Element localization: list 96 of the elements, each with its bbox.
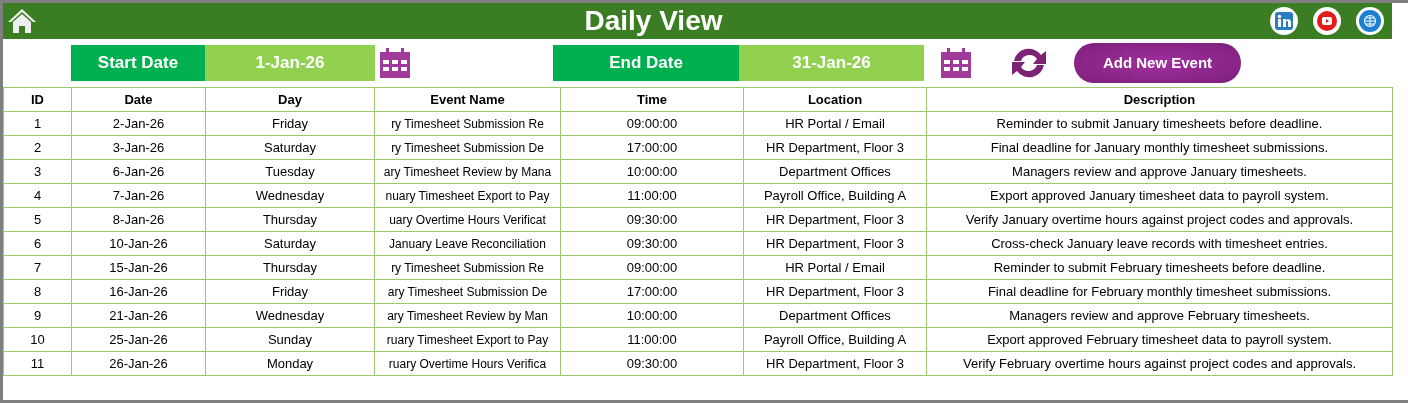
table-cell: 16-Jan-26 [71,279,206,304]
table-cell: 3-Jan-26 [71,135,206,160]
table-cell: 8-Jan-26 [71,207,206,232]
table-cell: 09:30:00 [560,351,744,376]
table-cell: Friday [205,111,375,136]
table-cell: 6 [3,231,72,256]
table-cell: Thursday [205,255,375,280]
table-cell: 10-Jan-26 [71,231,206,256]
table-cell: 6-Jan-26 [71,159,206,184]
start-date-label: Start Date [71,45,205,81]
table-cell: ary Timesheet Review by Man [374,303,561,328]
table-cell: uary Overtime Hours Verificat [374,207,561,232]
table-cell: Verify January overtime hours against project codes and approvals. [926,207,1393,232]
globe-icon[interactable] [1356,7,1384,35]
table-cell: 2-Jan-26 [71,111,206,136]
table-cell: Saturday [205,135,375,160]
table-cell: HR Department, Floor 3 [743,207,927,232]
column-header: Description [926,87,1393,112]
column-header: Location [743,87,927,112]
start-date-field[interactable]: 1-Jan-26 [205,45,375,81]
end-date-label: End Date [553,45,739,81]
table-cell: HR Department, Floor 3 [743,279,927,304]
table-cell: Wednesday [205,183,375,208]
table-cell: ry Timesheet Submission Re [374,111,561,136]
table-cell: HR Portal / Email [743,111,927,136]
end-date-field[interactable]: 31-Jan-26 [739,45,924,81]
table-cell: 7-Jan-26 [71,183,206,208]
table-cell: 15-Jan-26 [71,255,206,280]
column-header: Day [205,87,375,112]
table-cell: 09:00:00 [560,255,744,280]
table-cell: Thursday [205,207,375,232]
table-cell: HR Department, Floor 3 [743,351,927,376]
table-cell: Cross-check January leave records with timesheet entries. [926,231,1393,256]
table-cell: 26-Jan-26 [71,351,206,376]
table-cell: Friday [205,279,375,304]
table-cell: 25-Jan-26 [71,327,206,352]
table-cell: Managers review and approve January timesheets. [926,159,1393,184]
table-cell: 1 [3,111,72,136]
table-cell: January Leave Reconciliation [374,231,561,256]
table-cell: Export approved February timesheet data to payroll system. [926,327,1393,352]
table-cell: Monday [205,351,375,376]
table-cell: 5 [3,207,72,232]
table-cell: ruary Overtime Hours Verifica [374,351,561,376]
table-cell: Reminder to submit January timesheets before deadline. [926,111,1393,136]
table-cell: Sunday [205,327,375,352]
table-cell: 7 [3,255,72,280]
table-cell: Managers review and approve February timesheets. [926,303,1393,328]
table-cell: HR Department, Floor 3 [743,231,927,256]
table-cell: Payroll Office, Building A [743,327,927,352]
table-cell: Verify February overtime hours against project codes and approvals. [926,351,1393,376]
column-header: Event Name [374,87,561,112]
home-icon[interactable] [7,7,37,35]
page-title: Daily View [584,5,723,36]
add-new-event-button[interactable]: Add New Event [1074,43,1241,83]
table-cell: 3 [3,159,72,184]
table-cell: 11:00:00 [560,327,744,352]
table-cell: 10 [3,327,72,352]
table-cell: ary Timesheet Review by Mana [374,159,561,184]
table-cell: Tuesday [205,159,375,184]
table-cell: Final deadline for January monthly timesheet submissions. [926,135,1393,160]
table-cell: 09:00:00 [560,111,744,136]
table-cell: 2 [3,135,72,160]
table-cell: 21-Jan-26 [71,303,206,328]
table-cell: HR Portal / Email [743,255,927,280]
table-cell: nuary Timesheet Export to Pay [374,183,561,208]
table-cell: 10:00:00 [560,303,744,328]
table-cell: 11:00:00 [560,183,744,208]
table-cell: Wednesday [205,303,375,328]
table-cell: 09:30:00 [560,207,744,232]
table-cell: Reminder to submit February timesheets before deadline. [926,255,1393,280]
table-cell: ary Timesheet Submission De [374,279,561,304]
linkedin-icon[interactable] [1270,7,1298,35]
table-cell: 8 [3,279,72,304]
table-cell: 9 [3,303,72,328]
table-cell: Final deadline for February monthly timesheet submissions. [926,279,1393,304]
table-cell: 10:00:00 [560,159,744,184]
calendar-icon[interactable] [379,47,411,79]
table-cell: 09:30:00 [560,231,744,256]
calendar-icon[interactable] [940,47,972,79]
table-cell: HR Department, Floor 3 [743,135,927,160]
table-cell: ry Timesheet Submission Re [374,255,561,280]
youtube-icon[interactable] [1313,7,1341,35]
table-cell: Saturday [205,231,375,256]
table-cell: 11 [3,351,72,376]
table-cell: Export approved January timesheet data to payroll system. [926,183,1393,208]
table-cell: Department Offices [743,159,927,184]
table-cell: ruary Timesheet Export to Pay [374,327,561,352]
table-cell: 17:00:00 [560,135,744,160]
table-cell: 17:00:00 [560,279,744,304]
table-cell: Payroll Office, Building A [743,183,927,208]
table-cell: Department Offices [743,303,927,328]
table-cell: 4 [3,183,72,208]
column-header: ID [3,87,72,112]
table-cell: ry Timesheet Submission De [374,135,561,160]
column-header: Date [71,87,206,112]
column-header: Time [560,87,744,112]
